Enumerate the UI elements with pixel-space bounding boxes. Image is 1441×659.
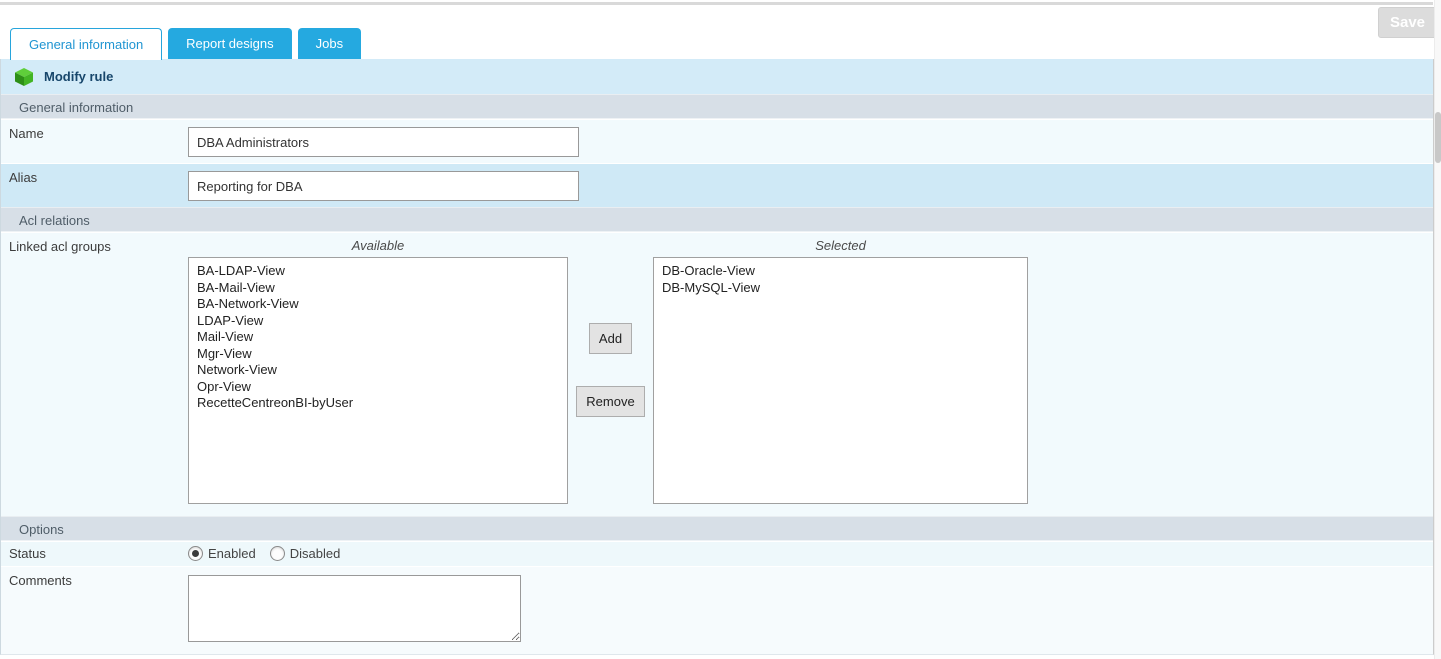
list-item[interactable]: BA-Network-View	[189, 296, 567, 313]
scrollbar-thumb[interactable]	[1435, 112, 1441, 163]
list-item[interactable]: DB-MySQL-View	[654, 280, 1027, 297]
section-acl-relations: Acl relations	[1, 207, 1433, 232]
tab-report-designs[interactable]: Report designs	[168, 28, 291, 59]
disabled-radio[interactable]	[270, 546, 285, 561]
form-header: Modify rule	[1, 59, 1433, 94]
comments-row: Comments	[1, 566, 1433, 654]
available-caption: Available	[188, 233, 568, 257]
list-item[interactable]: Mail-View	[189, 329, 567, 346]
enabled-radio-label: Enabled	[208, 546, 256, 561]
form-panel: Modify rule General information Name Ali…	[0, 59, 1434, 655]
status-row: Status Enabled Disabled	[1, 541, 1433, 566]
vertical-scrollbar[interactable]	[1434, 0, 1441, 659]
selected-caption: Selected	[653, 233, 1028, 257]
name-input[interactable]	[188, 127, 579, 157]
linked-acl-groups-label: Linked acl groups	[1, 233, 188, 516]
green-cube-icon	[14, 67, 34, 87]
list-item[interactable]: LDAP-View	[189, 313, 567, 330]
alias-input[interactable]	[188, 171, 579, 201]
add-button[interactable]: Add	[589, 323, 632, 354]
alias-label: Alias	[1, 164, 188, 207]
selected-listbox[interactable]: DB-Oracle-View DB-MySQL-View	[653, 257, 1028, 504]
page-title: Modify rule	[44, 69, 113, 84]
name-label: Name	[1, 120, 188, 163]
tab-bar: General information Report designs Jobs	[10, 28, 361, 59]
save-button[interactable]: Save	[1378, 7, 1437, 38]
available-listbox[interactable]: BA-LDAP-View BA-Mail-View BA-Network-Vie…	[188, 257, 568, 504]
list-item[interactable]: BA-Mail-View	[189, 280, 567, 297]
list-item[interactable]: RecetteCentreonBI-byUser	[189, 395, 567, 412]
comments-textarea[interactable]	[188, 575, 521, 642]
top-divider	[0, 2, 1433, 5]
alias-row: Alias	[1, 163, 1433, 207]
list-item[interactable]: Opr-View	[189, 379, 567, 396]
linked-acl-groups-row: Linked acl groups Available BA-LDAP-View…	[1, 232, 1433, 516]
section-options: Options	[1, 516, 1433, 541]
tab-general-information[interactable]: General information	[10, 28, 162, 60]
status-label: Status	[1, 542, 188, 566]
list-item[interactable]: BA-LDAP-View	[189, 263, 567, 280]
disabled-radio-label: Disabled	[290, 546, 341, 561]
enabled-radio[interactable]	[188, 546, 203, 561]
remove-button[interactable]: Remove	[576, 386, 644, 417]
list-item[interactable]: DB-Oracle-View	[654, 263, 1027, 280]
list-item[interactable]: Network-View	[189, 362, 567, 379]
section-general-information: General information	[1, 94, 1433, 119]
tab-jobs[interactable]: Jobs	[298, 28, 361, 59]
name-row: Name	[1, 119, 1433, 163]
list-item[interactable]: Mgr-View	[189, 346, 567, 363]
comments-label: Comments	[1, 567, 188, 654]
